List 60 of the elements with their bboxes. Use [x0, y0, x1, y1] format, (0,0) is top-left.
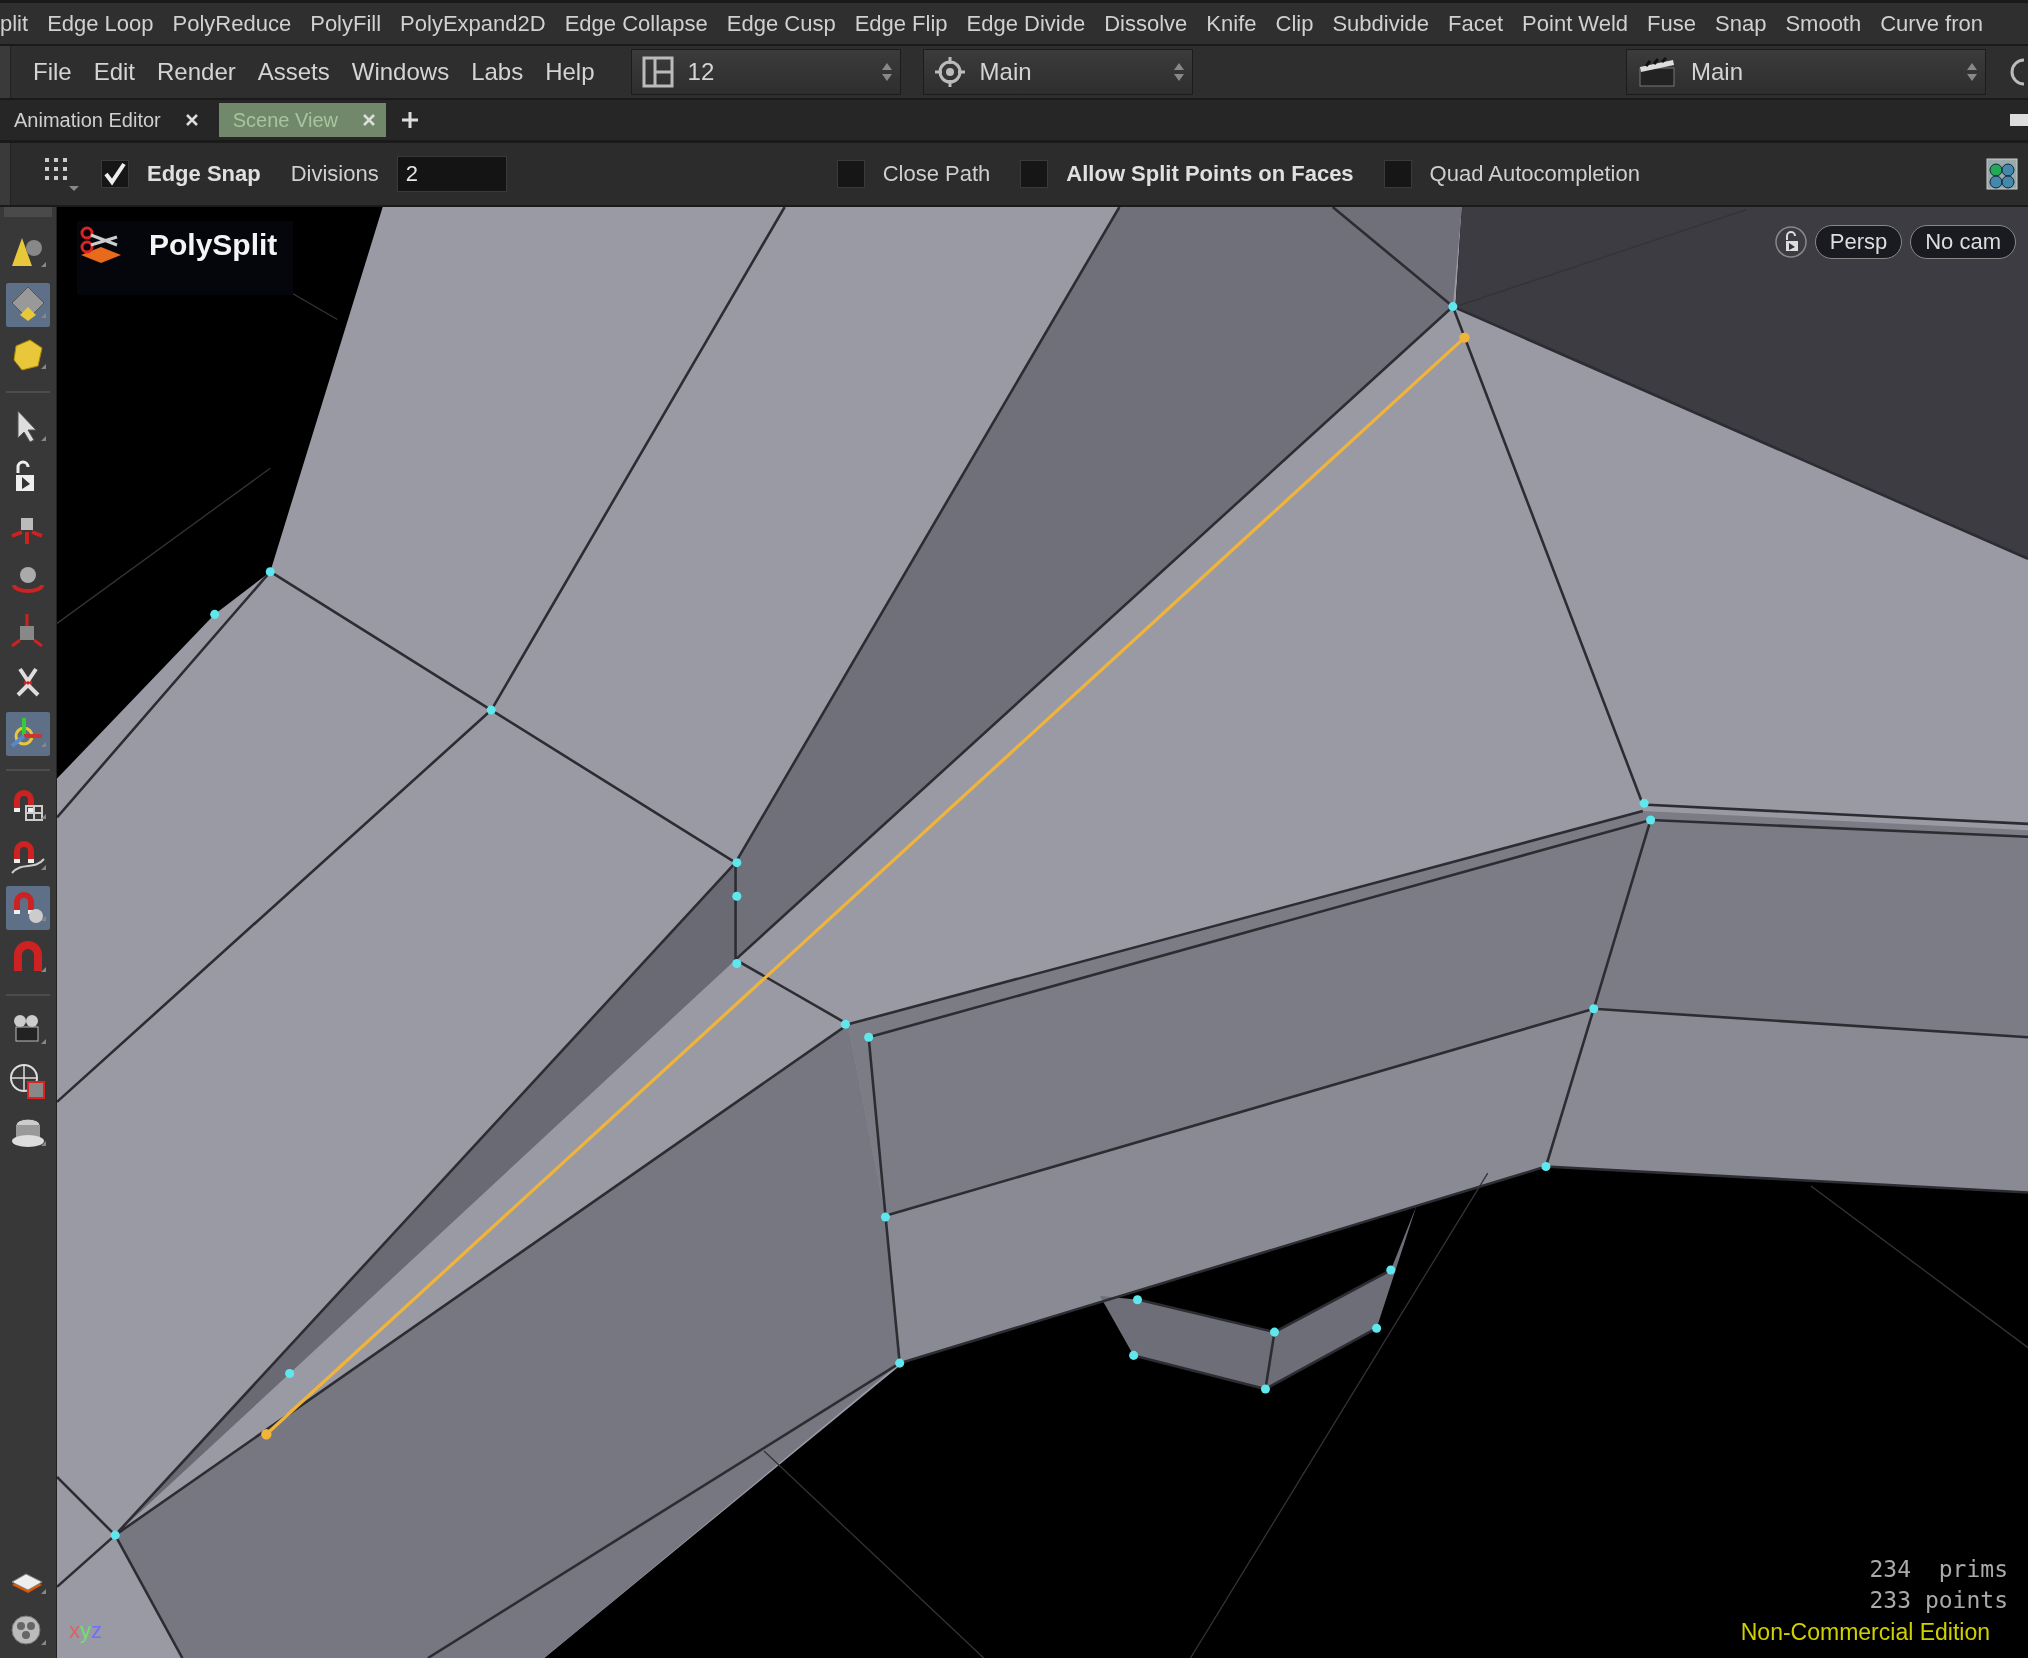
checkbox-label: Close Path — [882, 161, 991, 187]
shelf-tool[interactable]: Fuse — [1647, 10, 1696, 37]
shelf-tool[interactable]: plit — [0, 10, 29, 37]
shelf-tool[interactable]: Facet — [1448, 10, 1504, 37]
view-menu-button[interactable]: Persp — [1814, 225, 1903, 259]
edition-label: Non-Commercial Edition — [1740, 1618, 1990, 1647]
target-icon[interactable] — [933, 56, 966, 88]
axis-label: z — [91, 1618, 102, 1644]
shelf-tool[interactable]: Edge Loop — [47, 10, 154, 37]
shelf-tool[interactable]: PolyExpand2D — [400, 10, 546, 37]
menu-item[interactable]: Windows — [351, 58, 450, 86]
display-options-icon[interactable] — [1986, 158, 2018, 190]
menu-item[interactable]: Assets — [257, 58, 330, 86]
checkbox-label: Allow Split Points on Faces — [1066, 161, 1354, 187]
checkbox[interactable] — [101, 160, 129, 188]
clapperboard-icon[interactable] — [1637, 56, 1677, 88]
shelf-tool[interactable]: Clip — [1275, 10, 1314, 37]
checkbox-label: Edge Snap — [147, 161, 261, 187]
plus-icon[interactable] — [400, 110, 420, 130]
shelf-tool[interactable]: Subdivide — [1332, 10, 1430, 37]
menu-item[interactable]: File — [33, 58, 72, 86]
layout-icon[interactable] — [641, 56, 674, 88]
shelf-tool[interactable]: Snap — [1715, 10, 1767, 37]
close-icon[interactable] — [184, 113, 199, 127]
shelf-tool[interactable]: Edge Collapse — [564, 10, 708, 37]
tool-title: PolySplit — [149, 228, 278, 262]
shelf-tool[interactable]: Edge Flip — [854, 10, 948, 37]
geometry-stat: 233 points — [1869, 1586, 2008, 1615]
checkbox[interactable] — [1020, 160, 1049, 188]
number-field[interactable]: 2 — [396, 156, 507, 192]
lock-icon[interactable] — [1774, 226, 1807, 258]
toolbar-collapse-handle[interactable] — [4, 207, 52, 217]
pane-tab[interactable]: Animation Editor — [0, 103, 209, 137]
menu-item[interactable]: Render — [157, 58, 236, 86]
axis-label: x — [69, 1618, 80, 1644]
field-label: Divisions — [290, 161, 379, 187]
shelf-tool[interactable]: Curve fron — [1880, 10, 1983, 37]
menu-item[interactable]: Edit — [93, 58, 136, 86]
checkbox-label: Quad Autocompletion — [1429, 161, 1640, 187]
context-dropdown[interactable]: Main — [922, 49, 1193, 95]
shelf-tool[interactable]: PolyFill — [310, 10, 382, 37]
shelf-tool[interactable]: Edge Divide — [966, 10, 1086, 37]
layout-dropdown[interactable]: 12 — [630, 49, 901, 95]
shelf-tool[interactable]: Point Weld — [1522, 10, 1629, 37]
view-menu-button[interactable]: No cam — [1910, 225, 2016, 259]
checkbox[interactable] — [836, 160, 865, 188]
shelf-tool[interactable]: PolyReduce — [172, 10, 292, 37]
checkbox[interactable] — [1383, 160, 1412, 188]
shelf-tool[interactable]: Dissolve — [1104, 10, 1188, 37]
menu-item[interactable]: Help — [545, 58, 595, 86]
menu-item[interactable]: Labs — [471, 58, 524, 86]
pane-collapse-handle[interactable] — [0, 143, 11, 205]
shelf-tool[interactable]: Smooth — [1785, 10, 1862, 37]
shelf-tool[interactable]: Edge Cusp — [726, 10, 836, 37]
handle-icon[interactable] — [6, 712, 50, 756]
take-dropdown[interactable]: Main — [1626, 49, 1986, 95]
shelf-tool[interactable]: Knife — [1206, 10, 1257, 37]
pane-collapse-handle[interactable] — [0, 46, 11, 98]
axis-label: y — [80, 1618, 91, 1644]
geometry-stat: 234 prims — [1869, 1555, 2008, 1584]
